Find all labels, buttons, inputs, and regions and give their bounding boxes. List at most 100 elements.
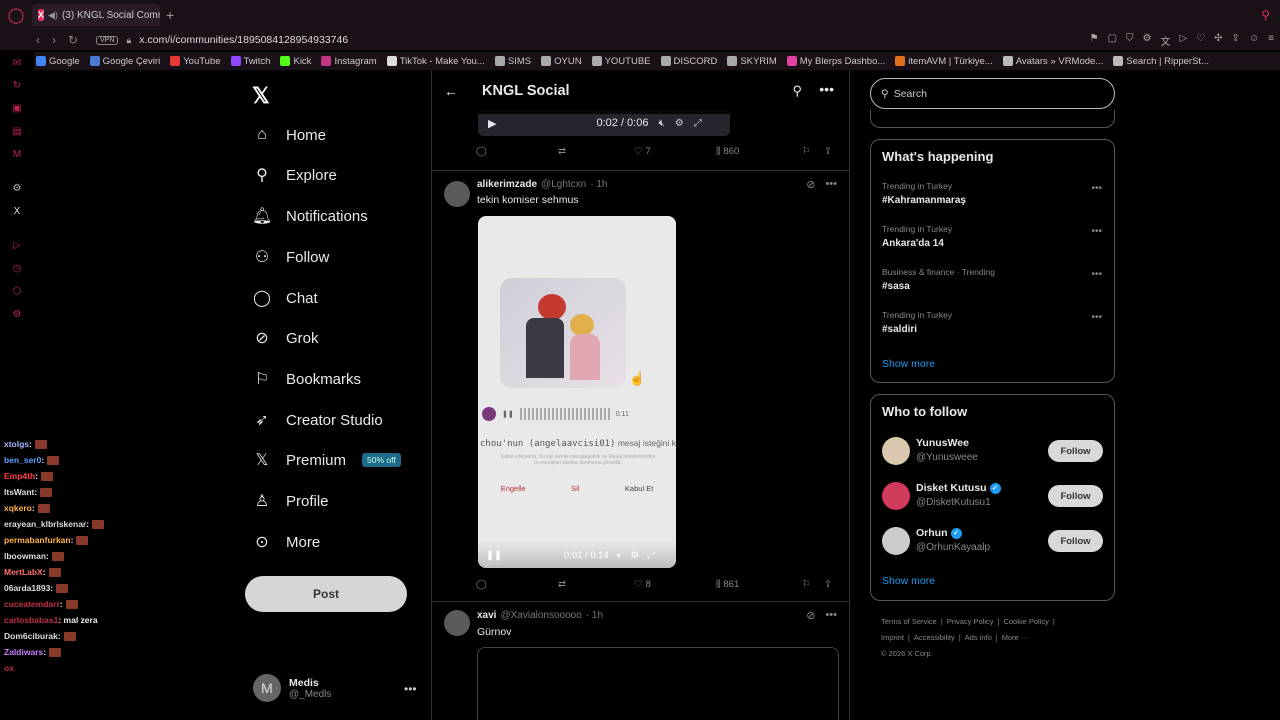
trend-more-icon[interactable]: ••• — [1091, 226, 1102, 237]
tweet-author-handle[interactable]: @Lghtcxn — [541, 179, 586, 190]
tweet-media[interactable] — [477, 647, 839, 720]
suggestion-name[interactable]: Orhun ✓ — [916, 527, 962, 539]
share-icon[interactable]: ⇪ — [824, 146, 832, 157]
show-more-trends-link[interactable]: Show more — [882, 358, 935, 370]
reply-icon[interactable]: ◯ — [476, 146, 558, 157]
forward-icon[interactable]: › — [52, 33, 56, 47]
bookmark-item[interactable]: OYUN — [541, 56, 582, 67]
grok-icon[interactable]: ⊘ — [806, 178, 815, 191]
footer-link[interactable]: Cookie Policy — [1003, 617, 1048, 626]
footer-link[interactable]: Accessibility — [914, 633, 955, 642]
play-icon[interactable]: ▷ — [1179, 33, 1187, 48]
puzzle-icon[interactable]: ✣ — [1214, 33, 1222, 48]
footer-link[interactable]: More ··· — [1002, 633, 1029, 642]
suggestion-handle[interactable]: @Yunusweee — [916, 452, 978, 463]
bookmark-item[interactable]: My Blerps Dashbo... — [786, 56, 885, 67]
heart-icon[interactable]: ♡ — [1196, 33, 1205, 48]
x-sidebar-icon[interactable]: X — [11, 206, 23, 218]
lock-icon[interactable]: 🔒︎ — [126, 35, 131, 46]
mail-icon[interactable]: M — [11, 149, 23, 161]
bookmark-item[interactable]: Twitch — [230, 56, 270, 67]
views-button[interactable]: ⫼ 861 — [716, 579, 802, 590]
play-icon[interactable]: ▶ — [488, 117, 496, 130]
pin-icon[interactable]: ⚑ — [1090, 33, 1099, 48]
like-button[interactable]: ♡ 7 — [634, 146, 716, 157]
more-icon[interactable]: ••• — [825, 178, 837, 191]
bookmark-item[interactable]: itemAVM | Türkiye... — [895, 56, 993, 67]
nav-more[interactable]: ⊙ More — [252, 529, 320, 555]
shield-icon[interactable]: ⛉ — [1126, 33, 1134, 48]
fullscreen-icon[interactable]: ⤢ — [694, 118, 702, 129]
avatar[interactable] — [882, 437, 910, 465]
share-icon[interactable]: ⇪ — [824, 579, 832, 590]
suggestion-handle[interactable]: @DisketKutusu1 — [916, 497, 991, 508]
nav-grok[interactable]: ⊘ Grok — [252, 325, 318, 351]
mute-icon[interactable]: 🔇︎ — [658, 118, 664, 129]
tweet-time[interactable]: · 1h — [586, 610, 603, 621]
bookmark-item[interactable]: TikTok - Make You... — [386, 56, 485, 67]
clock-icon[interactable]: ◷ — [11, 263, 23, 275]
bookmark-item[interactable]: Kick — [280, 56, 311, 67]
settings-icon[interactable]: ⚙ — [11, 309, 23, 321]
reply-icon[interactable]: ◯ — [476, 579, 558, 590]
bookmark-item[interactable]: Instagram — [321, 56, 377, 67]
bookmark-item[interactable]: YOUTUBE — [591, 56, 651, 67]
back-icon[interactable]: ‹ — [36, 33, 40, 47]
nav-follow[interactable]: ⚇ Follow — [252, 244, 330, 270]
trend-more-icon[interactable]: ••• — [1091, 312, 1102, 323]
tweet-author-name[interactable]: xavi — [477, 610, 496, 621]
nav-creator-studio[interactable]: ➶ Creator Studio — [252, 407, 382, 433]
bookmark-item[interactable]: SIMS — [494, 56, 531, 67]
post-button[interactable]: Post — [245, 576, 407, 612]
bookmark-item[interactable]: YouTube — [170, 56, 221, 67]
volume-icon[interactable]: 🔈︎ — [617, 550, 623, 561]
like-button[interactable]: ♡ 8 — [634, 579, 716, 590]
cube-icon[interactable]: ⬡ — [11, 286, 23, 298]
nav-premium[interactable]: 𝕏 Premium 50% off — [252, 447, 401, 473]
translate-icon[interactable]: 文 — [1160, 33, 1170, 48]
nav-home[interactable]: ⌂ Home — [252, 122, 326, 148]
nav-explore[interactable]: ⚲ Explore — [252, 162, 337, 188]
history-icon[interactable]: ↻ — [11, 80, 23, 92]
bookmark-item[interactable]: Search | RipperSt... — [1113, 56, 1209, 67]
footer-link[interactable]: Imprint — [881, 633, 904, 642]
video-controls[interactable]: ❚❚ 0:01 / 0:14 🔈︎ ⚙ ⤢ — [478, 542, 676, 568]
tweet-author-name[interactable]: alikerimzade — [477, 179, 537, 190]
footer-link[interactable]: Privacy Policy — [947, 617, 994, 626]
tweet-video[interactable]: ❚❚ 0:11 chou'nun (angelaavcisi01) mesaj … — [478, 216, 676, 568]
follow-button[interactable]: Follow — [1048, 440, 1103, 462]
footer-link[interactable]: Ads info — [965, 633, 992, 642]
speaker-icon[interactable]: ◀) — [48, 10, 58, 21]
settings-icon[interactable]: ⚙ — [631, 550, 640, 561]
url-field[interactable]: x.com/i/communities/1895084128954933746 — [139, 34, 348, 46]
bookmark-icon[interactable]: ⚐ — [802, 146, 824, 157]
profile-icon[interactable]: ☺ — [1249, 33, 1259, 48]
avatar[interactable] — [444, 181, 470, 207]
new-tab-button[interactable]: + — [166, 7, 174, 23]
suggestion-name[interactable]: YunusWee — [916, 437, 969, 449]
trend-item[interactable]: #Kahramanmaraş — [882, 195, 966, 206]
trend-item[interactable]: #sasa — [882, 281, 910, 292]
retweet-icon[interactable]: ⇄ — [558, 146, 634, 157]
bookmark-item[interactable]: DISCORD — [660, 56, 717, 67]
grok-icon[interactable]: ⊘ — [806, 609, 815, 622]
share-icon[interactable]: ⇪ — [1232, 33, 1240, 48]
bookmark-item[interactable]: Google Çeviri — [89, 56, 160, 67]
chatgpt-icon[interactable]: ⚙ — [11, 183, 23, 195]
account-more-icon[interactable]: ••• — [404, 682, 417, 696]
twitch-icon[interactable]: ▤ — [11, 126, 23, 138]
vpn-badge[interactable]: VPN — [96, 35, 119, 45]
bookmark-item[interactable]: SKYRIM — [727, 56, 777, 67]
player-icon[interactable]: ▷ — [11, 240, 23, 252]
avatar[interactable] — [882, 527, 910, 555]
nav-notifications[interactable]: 🔔︎ Notifications — [252, 203, 368, 229]
bookmark-icon[interactable]: ⚐ — [802, 579, 824, 590]
suggestion-handle[interactable]: @OrhunKayaalp — [916, 542, 990, 553]
reload-icon[interactable]: ↻ — [68, 33, 78, 47]
browser-tab[interactable]: X ◀) (3) KNGL Social Comm — [32, 4, 160, 26]
trend-more-icon[interactable]: ••• — [1091, 269, 1102, 280]
follow-button[interactable]: Follow — [1048, 530, 1103, 552]
messenger-icon[interactable]: ✉ — [11, 58, 23, 70]
bookmark-item[interactable]: Avatars » VRMode... — [1002, 56, 1103, 67]
tweet-time[interactable]: · 1h — [590, 179, 607, 190]
